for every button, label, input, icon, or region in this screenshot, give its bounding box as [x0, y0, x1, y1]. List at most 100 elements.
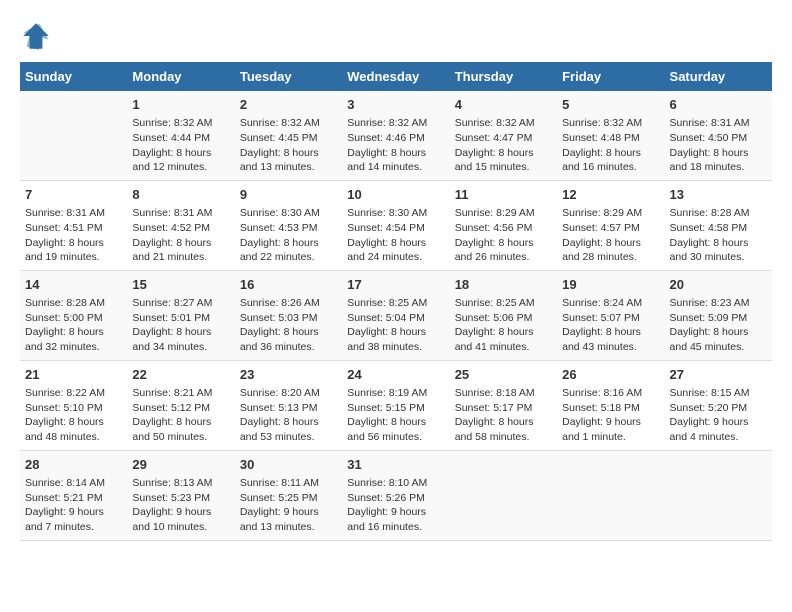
day-number: 10	[347, 186, 444, 204]
day-info: Sunrise: 8:31 AMSunset: 4:52 PMDaylight:…	[132, 206, 229, 265]
day-number: 1	[132, 96, 229, 114]
calendar-header: SundayMondayTuesdayWednesdayThursdayFrid…	[20, 62, 772, 91]
day-info: Sunrise: 8:25 AMSunset: 5:06 PMDaylight:…	[455, 296, 552, 355]
calendar-table: SundayMondayTuesdayWednesdayThursdayFrid…	[20, 62, 772, 541]
week-row-5: 28Sunrise: 8:14 AMSunset: 5:21 PMDayligh…	[20, 450, 772, 540]
day-info: Sunrise: 8:28 AMSunset: 5:00 PMDaylight:…	[25, 296, 122, 355]
day-number: 26	[562, 366, 659, 384]
header-cell-friday: Friday	[557, 62, 664, 91]
header-cell-sunday: Sunday	[20, 62, 127, 91]
day-cell: 12 Sunrise: 8:29 AMSunset: 4:57 PMDayligh…	[557, 180, 664, 270]
day-cell: 5 Sunrise: 8:32 AMSunset: 4:48 PMDaylight…	[557, 91, 664, 180]
day-number: 21	[25, 366, 122, 384]
day-info: Sunrise: 8:21 AMSunset: 5:12 PMDaylight:…	[132, 386, 229, 445]
header-cell-tuesday: Tuesday	[235, 62, 342, 91]
day-number: 7	[25, 186, 122, 204]
day-cell: 30Sunrise: 8:11 AMSunset: 5:25 PMDayligh…	[235, 450, 342, 540]
day-number: 12	[562, 186, 659, 204]
day-info: Sunrise: 8:20 AMSunset: 5:13 PMDaylight:…	[240, 386, 337, 445]
day-number: 16	[240, 276, 337, 294]
day-cell: 7 Sunrise: 8:31 AMSunset: 4:51 PMDaylight…	[20, 180, 127, 270]
day-info: Sunrise: 8:26 AMSunset: 5:03 PMDaylight:…	[240, 296, 337, 355]
day-info: Sunrise: 8:29 AMSunset: 4:56 PMDaylight:…	[455, 206, 552, 265]
calendar-body: 1 Sunrise: 8:32 AMSunset: 4:44 PMDaylight…	[20, 91, 772, 540]
day-number: 2	[240, 96, 337, 114]
day-cell: 24Sunrise: 8:19 AMSunset: 5:15 PMDayligh…	[342, 360, 449, 450]
day-cell: 25 Sunrise: 8:18 AMSunset: 5:17 PMDayligh…	[450, 360, 557, 450]
day-cell	[20, 91, 127, 180]
day-number: 5	[562, 96, 659, 114]
day-cell: 19 Sunrise: 8:24 AMSunset: 5:07 PMDayligh…	[557, 270, 664, 360]
day-info: Sunrise: 8:16 AMSunset: 5:18 PMDaylight:…	[562, 386, 659, 445]
day-info: Sunrise: 8:13 AMSunset: 5:23 PMDaylight:…	[132, 476, 229, 535]
day-cell: 3 Sunrise: 8:32 AMSunset: 4:46 PMDaylight…	[342, 91, 449, 180]
day-info: Sunrise: 8:32 AMSunset: 4:45 PMDaylight:…	[240, 116, 337, 175]
day-info: Sunrise: 8:32 AMSunset: 4:44 PMDaylight:…	[132, 116, 229, 175]
day-number: 11	[455, 186, 552, 204]
day-number: 27	[670, 366, 767, 384]
day-cell: 11 Sunrise: 8:29 AMSunset: 4:56 PMDayligh…	[450, 180, 557, 270]
day-cell: 26 Sunrise: 8:16 AMSunset: 5:18 PMDayligh…	[557, 360, 664, 450]
day-number: 22	[132, 366, 229, 384]
day-info: Sunrise: 8:22 AMSunset: 5:10 PMDaylight:…	[25, 386, 122, 445]
day-cell: 10 Sunrise: 8:30 AMSunset: 4:54 PMDayligh…	[342, 180, 449, 270]
day-info: Sunrise: 8:27 AMSunset: 5:01 PMDaylight:…	[132, 296, 229, 355]
day-info: Sunrise: 8:30 AMSunset: 4:54 PMDaylight:…	[347, 206, 444, 265]
week-row-2: 7 Sunrise: 8:31 AMSunset: 4:51 PMDaylight…	[20, 180, 772, 270]
header-cell-saturday: Saturday	[665, 62, 772, 91]
day-info: Sunrise: 8:10 AMSunset: 5:26 PMDaylight:…	[347, 476, 444, 535]
day-number: 18	[455, 276, 552, 294]
day-info: Sunrise: 8:30 AMSunset: 4:53 PMDaylight:…	[240, 206, 337, 265]
day-cell: 1 Sunrise: 8:32 AMSunset: 4:44 PMDaylight…	[127, 91, 234, 180]
day-info: Sunrise: 8:32 AMSunset: 4:48 PMDaylight:…	[562, 116, 659, 175]
header-row: SundayMondayTuesdayWednesdayThursdayFrid…	[20, 62, 772, 91]
day-cell: 31Sunrise: 8:10 AMSunset: 5:26 PMDayligh…	[342, 450, 449, 540]
day-cell: 2 Sunrise: 8:32 AMSunset: 4:45 PMDaylight…	[235, 91, 342, 180]
day-info: Sunrise: 8:14 AMSunset: 5:21 PMDaylight:…	[25, 476, 122, 535]
day-info: Sunrise: 8:24 AMSunset: 5:07 PMDaylight:…	[562, 296, 659, 355]
day-info: Sunrise: 8:31 AMSunset: 4:50 PMDaylight:…	[670, 116, 767, 175]
day-info: Sunrise: 8:29 AMSunset: 4:57 PMDaylight:…	[562, 206, 659, 265]
day-cell: 14 Sunrise: 8:28 AMSunset: 5:00 PMDayligh…	[20, 270, 127, 360]
day-cell: 22 Sunrise: 8:21 AMSunset: 5:12 PMDayligh…	[127, 360, 234, 450]
day-info: Sunrise: 8:19 AMSunset: 5:15 PMDaylight:…	[347, 386, 444, 445]
logo-icon	[20, 20, 52, 52]
week-row-1: 1 Sunrise: 8:32 AMSunset: 4:44 PMDaylight…	[20, 91, 772, 180]
day-cell: 29Sunrise: 8:13 AMSunset: 5:23 PMDayligh…	[127, 450, 234, 540]
day-number: 15	[132, 276, 229, 294]
day-info: Sunrise: 8:15 AMSunset: 5:20 PMDaylight:…	[670, 386, 767, 445]
week-row-3: 14 Sunrise: 8:28 AMSunset: 5:00 PMDayligh…	[20, 270, 772, 360]
header-cell-thursday: Thursday	[450, 62, 557, 91]
day-info: Sunrise: 8:11 AMSunset: 5:25 PMDaylight:…	[240, 476, 337, 535]
day-info: Sunrise: 8:31 AMSunset: 4:51 PMDaylight:…	[25, 206, 122, 265]
day-cell: 9Sunrise: 8:30 AMSunset: 4:53 PMDaylight…	[235, 180, 342, 270]
header-cell-wednesday: Wednesday	[342, 62, 449, 91]
day-number: 3	[347, 96, 444, 114]
day-number: 14	[25, 276, 122, 294]
day-cell: 6Sunrise: 8:31 AMSunset: 4:50 PMDaylight…	[665, 91, 772, 180]
day-cell: 15 Sunrise: 8:27 AMSunset: 5:01 PMDayligh…	[127, 270, 234, 360]
day-number: 23	[240, 366, 337, 384]
day-cell	[665, 450, 772, 540]
day-number: 25	[455, 366, 552, 384]
week-row-4: 21 Sunrise: 8:22 AMSunset: 5:10 PMDayligh…	[20, 360, 772, 450]
day-number: 8	[132, 186, 229, 204]
day-number: 19	[562, 276, 659, 294]
header	[20, 20, 772, 52]
day-info: Sunrise: 8:32 AMSunset: 4:47 PMDaylight:…	[455, 116, 552, 175]
day-info: Sunrise: 8:28 AMSunset: 4:58 PMDaylight:…	[670, 206, 767, 265]
day-cell: 13 Sunrise: 8:28 AMSunset: 4:58 PMDayligh…	[665, 180, 772, 270]
day-cell: 27 Sunrise: 8:15 AMSunset: 5:20 PMDayligh…	[665, 360, 772, 450]
day-info: Sunrise: 8:32 AMSunset: 4:46 PMDaylight:…	[347, 116, 444, 175]
day-cell: 23 Sunrise: 8:20 AMSunset: 5:13 PMDayligh…	[235, 360, 342, 450]
header-cell-monday: Monday	[127, 62, 234, 91]
day-cell	[557, 450, 664, 540]
day-number: 4	[455, 96, 552, 114]
day-info: Sunrise: 8:23 AMSunset: 5:09 PMDaylight:…	[670, 296, 767, 355]
day-info: Sunrise: 8:25 AMSunset: 5:04 PMDaylight:…	[347, 296, 444, 355]
day-cell: 18 Sunrise: 8:25 AMSunset: 5:06 PMDayligh…	[450, 270, 557, 360]
day-number: 13	[670, 186, 767, 204]
logo	[20, 20, 58, 52]
day-cell: 4 Sunrise: 8:32 AMSunset: 4:47 PMDaylight…	[450, 91, 557, 180]
day-info: Sunrise: 8:18 AMSunset: 5:17 PMDaylight:…	[455, 386, 552, 445]
